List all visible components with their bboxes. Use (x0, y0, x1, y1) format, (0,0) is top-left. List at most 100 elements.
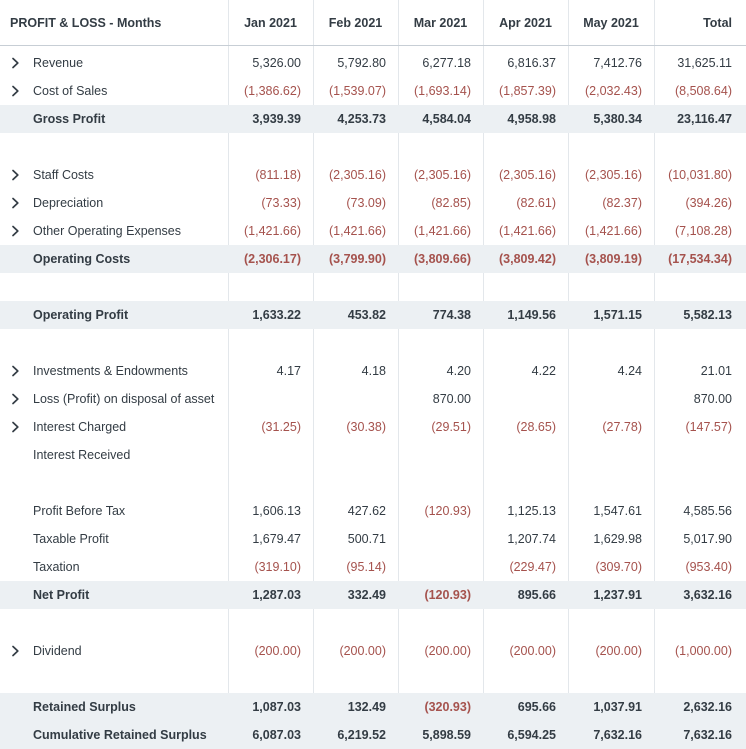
table-row[interactable]: Investments & Endowments 4.17 4.18 4.20 4.22… (0, 357, 746, 385)
row-label: Cost of Sales (33, 84, 108, 98)
value-cell: (811.18) (255, 168, 301, 182)
value-cell: (3,799.90) (329, 252, 386, 266)
value-cell (398, 553, 483, 581)
value-cell (483, 385, 568, 413)
total-cell (654, 441, 746, 469)
value-cell: 774.38 (432, 308, 471, 322)
total-cell: 5,582.13 (683, 308, 732, 322)
table-row[interactable]: Depreciation (73.33) (73.09) (82.85) (82.61)… (0, 189, 746, 217)
row-label: Retained Surplus (33, 700, 136, 714)
value-cell: (120.93) (424, 588, 471, 602)
row-label: Dividend (33, 644, 82, 658)
value-cell: (200.00) (509, 644, 556, 658)
subtotal-row: Cumulative Retained Surplus 6,087.03 6,219… (0, 721, 746, 749)
subtotal-row: Net Profit 1,287.03 332.49 (120.93) 895.66 1,… (0, 581, 746, 609)
total-cell: (17,534.34) (668, 252, 732, 266)
total-cell: 31,625.11 (677, 56, 732, 70)
value-cell: 1,087.03 (252, 700, 301, 714)
value-cell: 6,594.25 (507, 728, 556, 742)
value-cell: (1,539.07) (329, 84, 386, 98)
value-cell (313, 385, 398, 413)
value-cell: 3,939.39 (252, 112, 301, 126)
table-row[interactable]: Loss (Profit) on disposal of asset 870.00… (0, 385, 746, 413)
value-cell: (2,305.16) (329, 168, 386, 182)
value-cell: 1,547.61 (593, 504, 642, 518)
value-cell: 453.82 (347, 308, 386, 322)
value-cell: 1,633.22 (252, 308, 301, 322)
column-header[interactable]: May 2021 (568, 0, 654, 45)
value-cell: (2,032.43) (585, 84, 642, 98)
total-cell: 870.00 (693, 392, 732, 406)
table-row[interactable]: Staff Costs (811.18) (2,305.16) (2,305.16) (… (0, 161, 746, 189)
column-header[interactable]: Jan 2021 (228, 0, 313, 45)
value-cell: (200.00) (254, 644, 301, 658)
row-label: Interest Received (33, 448, 131, 462)
table-header: PROFIT & LOSS - Months Jan 2021 Feb 2021… (0, 0, 746, 46)
value-cell: (2,305.16) (499, 168, 556, 182)
value-cell: (3,809.66) (414, 252, 471, 266)
value-cell: 1,287.03 (252, 588, 301, 602)
table-row[interactable]: Cost of Sales (1,386.62) (1,539.07) (1,693.… (0, 77, 746, 105)
value-cell: 5,898.59 (422, 728, 471, 742)
table-row: Taxable Profit 1,679.47 500.71 1,207.74 1,62… (0, 525, 746, 553)
value-cell: (29.51) (431, 420, 471, 434)
value-cell: 1,606.13 (252, 504, 301, 518)
value-cell: (1,421.66) (585, 224, 642, 238)
column-header[interactable]: Apr 2021 (483, 0, 568, 45)
value-cell: (120.93) (424, 504, 471, 518)
value-cell: 500.71 (347, 532, 386, 546)
total-cell: (394.26) (685, 196, 732, 210)
value-cell: (319.10) (254, 560, 301, 574)
value-cell (568, 385, 654, 413)
total-cell: (7,108.28) (675, 224, 732, 238)
row-label: Operating Costs (33, 252, 131, 266)
value-cell: 4.24 (617, 364, 642, 378)
row-label: Net Profit (33, 588, 90, 602)
subtotal-row: Retained Surplus 1,087.03 132.49 (320.93) 69… (0, 693, 746, 721)
table-row[interactable]: Interest Charged (31.25) (30.38) (29.51) (28… (0, 413, 746, 441)
row-label: Staff Costs (33, 168, 94, 182)
total-cell: (8,508.64) (675, 84, 732, 98)
total-cell: 7,632.16 (683, 728, 732, 742)
value-cell: 4.17 (276, 364, 301, 378)
value-cell: (1,421.66) (244, 224, 301, 238)
column-header[interactable]: Mar 2021 (398, 0, 483, 45)
value-cell: 5,792.80 (337, 56, 386, 70)
value-cell (228, 385, 313, 413)
total-cell: 5,017.90 (683, 532, 732, 546)
value-cell: 1,237.91 (593, 588, 642, 602)
value-cell: 695.66 (517, 700, 556, 714)
value-cell: 1,207.74 (507, 532, 556, 546)
value-cell (398, 441, 483, 469)
value-cell: (95.14) (346, 560, 386, 574)
value-cell: 4.18 (361, 364, 386, 378)
value-cell (398, 525, 483, 553)
value-cell: 6,087.03 (252, 728, 301, 742)
table-row[interactable]: Other Operating Expenses (1,421.66) (1,421… (0, 217, 746, 245)
value-cell: 5,380.34 (593, 112, 642, 126)
column-header-total[interactable]: Total (654, 0, 746, 45)
table-row[interactable]: Revenue 5,326.00 5,792.80 6,277.18 6,816.37 7… (0, 49, 746, 77)
value-cell: (82.61) (516, 196, 556, 210)
value-cell: (27.78) (602, 420, 642, 434)
total-cell: 2,632.16 (683, 700, 732, 714)
value-cell: (30.38) (346, 420, 386, 434)
value-cell: 6,219.52 (337, 728, 386, 742)
row-label: Operating Profit (33, 308, 129, 322)
value-cell: 427.62 (347, 504, 386, 518)
value-cell (483, 441, 568, 469)
row-label: Other Operating Expenses (33, 224, 181, 238)
value-cell: (200.00) (339, 644, 386, 658)
total-cell: (953.40) (685, 560, 732, 574)
value-cell: 4,584.04 (422, 112, 471, 126)
column-header[interactable]: Feb 2021 (313, 0, 398, 45)
value-cell: (1,693.14) (414, 84, 471, 98)
value-cell: (200.00) (424, 644, 471, 658)
row-label: Taxation (33, 560, 80, 574)
value-cell: (73.09) (346, 196, 386, 210)
value-cell: (82.37) (602, 196, 642, 210)
total-cell: 23,116.47 (677, 112, 732, 126)
table-row[interactable]: Dividend (200.00) (200.00) (200.00) (200.00)… (0, 637, 746, 665)
value-cell: (73.33) (261, 196, 301, 210)
value-cell: 132.49 (347, 700, 386, 714)
